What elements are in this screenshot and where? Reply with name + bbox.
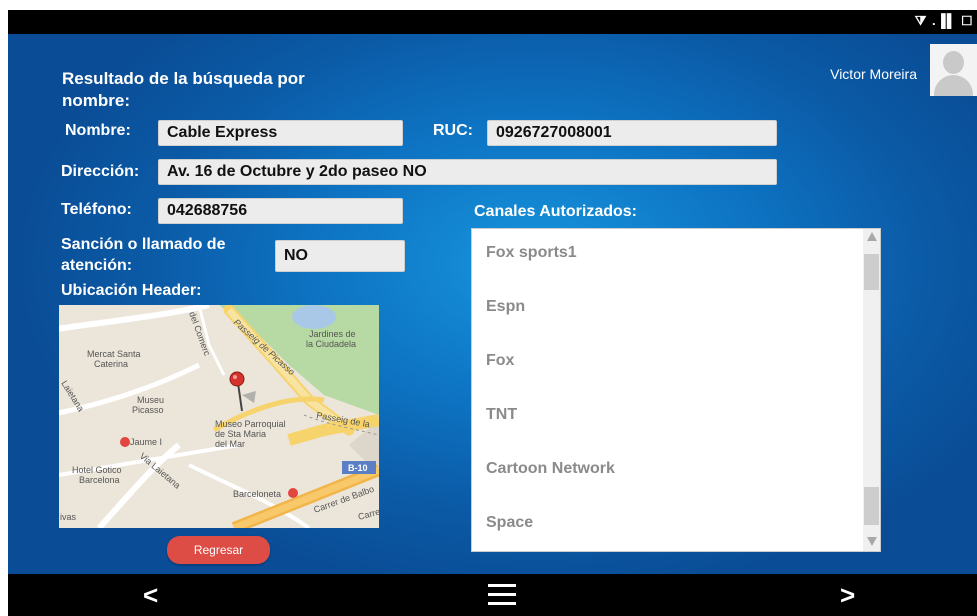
channel-item[interactable]: Cartoon Network — [486, 460, 615, 478]
channel-item[interactable]: Fox sports1 — [486, 244, 577, 262]
status-bar: ⧩ .▐▌ ☐ — [8, 10, 977, 34]
direccion-label: Dirección: — [61, 163, 140, 180]
map-label-parroquial-3: del Mar — [215, 439, 245, 449]
page-title: Resultado de la búsqueda por nombre: — [62, 69, 305, 110]
navigation-bar: < > — [8, 574, 977, 616]
map-label-hotel-2: Barcelona — [79, 475, 120, 485]
location-map[interactable]: del Comerc Jardines de la Ciudadela Pass… — [59, 305, 379, 528]
channel-item[interactable]: Space — [486, 514, 533, 532]
channel-item[interactable]: Espn — [486, 298, 525, 316]
map-label-museu-2: Picasso — [132, 405, 164, 415]
telefono-label: Teléfono: — [61, 201, 132, 218]
channel-item[interactable]: Fox — [486, 352, 514, 370]
avatar-head-icon — [943, 51, 964, 74]
sancion-field[interactable]: NO — [275, 240, 405, 272]
map-label-b10: B-10 — [348, 463, 368, 473]
ubicacion-label: Ubicación Header: — [61, 282, 202, 299]
map-label-mercat-1: Mercat Santa — [87, 349, 141, 359]
ruc-label: RUC: — [433, 122, 473, 139]
scroll-down-icon[interactable] — [867, 537, 877, 546]
ruc-field[interactable]: 0926727008001 — [487, 120, 777, 146]
nombre-field[interactable]: Cable Express — [158, 120, 403, 146]
avatar-body-icon — [934, 75, 973, 96]
status-icons: ⧩ .▐▌ ☐ — [914, 13, 973, 28]
forward-icon[interactable]: > — [840, 580, 855, 611]
map-graphic: del Comerc Jardines de la Ciudadela Pass… — [59, 305, 379, 528]
scroll-up-icon[interactable] — [867, 232, 877, 241]
map-label-mercat-2: Caterina — [94, 359, 128, 369]
map-label-parroquial-1: Museo Parroquial — [215, 419, 286, 429]
search-result-screen: Resultado de la búsqueda por nombre: Vic… — [8, 34, 977, 574]
map-label-vas: ivas — [60, 512, 77, 522]
nombre-label: Nombre: — [65, 122, 131, 139]
canales-label: Canales Autorizados: — [474, 203, 637, 220]
map-label-parroquial-2: de Sta Maria — [215, 429, 266, 439]
list-scrollbar[interactable] — [863, 229, 880, 551]
map-label-ciudadela: la Ciudadela — [306, 339, 356, 349]
park-pond — [292, 305, 336, 329]
direccion-field[interactable]: Av. 16 de Octubre y 2do paseo NO — [158, 159, 777, 185]
menu-icon[interactable] — [488, 584, 516, 606]
map-label-museu-1: Museu — [137, 395, 164, 405]
regresar-button[interactable]: Regresar — [167, 536, 270, 564]
map-label-barceloneta: Barceloneta — [233, 489, 281, 499]
metro-icon-2 — [288, 488, 298, 498]
map-pin-icon — [229, 371, 245, 387]
channel-item[interactable]: TNT — [486, 406, 517, 424]
map-label-jardines: Jardines de — [309, 329, 356, 339]
telefono-field[interactable]: 042688756 — [158, 198, 403, 224]
map-label-jaume: Jaume I — [130, 437, 162, 447]
avatar[interactable] — [930, 44, 977, 96]
canales-list[interactable]: Fox sports1 Espn Fox TNT Cartoon Network… — [471, 228, 881, 552]
sancion-label: Sanción o llamado de atención: — [61, 236, 226, 274]
scroll-thumb-lower[interactable] — [864, 487, 879, 525]
back-icon[interactable]: < — [143, 580, 158, 611]
metro-icon — [120, 437, 130, 447]
device-screen: ⧩ .▐▌ ☐ Resultado de la búsqueda por nom… — [8, 10, 977, 616]
user-name[interactable]: Victor Moreira — [830, 66, 917, 82]
scroll-thumb[interactable] — [864, 254, 879, 290]
map-label-hotel-1: Hotel Gotico — [72, 465, 122, 475]
